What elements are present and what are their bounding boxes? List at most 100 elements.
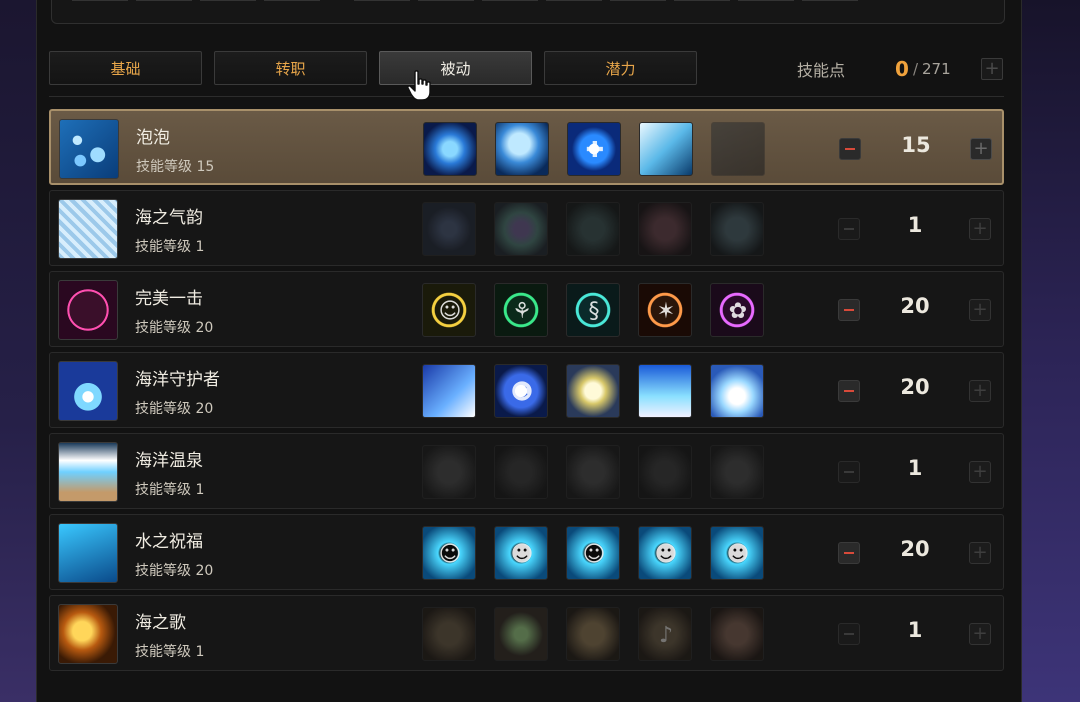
- minus-button[interactable]: [838, 380, 860, 402]
- skill-row[interactable]: 海洋守护者 技能等级 20 ☻ 20 +: [49, 352, 1004, 428]
- run-figure-icon[interactable]: ☺: [566, 526, 620, 580]
- leap-figure-icon[interactable]: ☺: [422, 526, 476, 580]
- teal-wave-icon[interactable]: [566, 202, 620, 256]
- plus-button[interactable]: +: [970, 138, 992, 160]
- minus-icon: [844, 390, 854, 392]
- skill-level-value: 20: [900, 294, 930, 318]
- top-strip-slot: [136, 0, 192, 1]
- top-strip-slot: [738, 0, 794, 1]
- gray-mist-icon[interactable]: [710, 445, 764, 499]
- tab-basic[interactable]: 基础: [49, 51, 202, 85]
- minus-icon: [844, 471, 854, 473]
- tab-passive[interactable]: 被动: [379, 51, 532, 85]
- minus-button[interactable]: [838, 623, 860, 645]
- skill-name: 海之歌: [135, 613, 186, 633]
- light-orb-icon[interactable]: [566, 364, 620, 418]
- rainbow-orb-icon[interactable]: [494, 202, 548, 256]
- dark-crowd-icon[interactable]: [711, 122, 765, 176]
- wave-hand-icon[interactable]: [710, 607, 764, 661]
- flex-figure-icon[interactable]: ☻: [494, 526, 548, 580]
- bubble-orb-icon[interactable]: [423, 122, 477, 176]
- top-strip-slot: [674, 0, 730, 1]
- skill-level-value: 1: [907, 618, 923, 642]
- tab-potential[interactable]: 潜力: [544, 51, 697, 85]
- clap-icon[interactable]: [566, 607, 620, 661]
- minus-button[interactable]: [838, 461, 860, 483]
- skill-row[interactable]: 水之祝福 技能等级 20 ☺ ☻ ☺ ☻ ☻ 20 +: [49, 514, 1004, 590]
- minus-button[interactable]: [838, 542, 860, 564]
- heal-cross-icon[interactable]: ✚: [567, 122, 621, 176]
- top-strip-slot: [264, 0, 320, 1]
- ocean-guardian-icon: [58, 361, 118, 421]
- swirl-icon[interactable]: [422, 202, 476, 256]
- gray-wave-icon[interactable]: [566, 445, 620, 499]
- skill-name: 泡泡: [136, 128, 170, 148]
- rune-glyph: ♪: [658, 622, 674, 648]
- skill-row[interactable]: 海之气韵 技能等级 1 1 +: [49, 190, 1004, 266]
- top-panel-strip: [51, 0, 1005, 24]
- smile-orb-icon[interactable]: ☻: [494, 364, 548, 418]
- flower-badge-icon[interactable]: ✿: [710, 283, 764, 337]
- rune-glyph: ☺: [438, 298, 462, 324]
- plus-button[interactable]: +: [969, 380, 991, 402]
- plus-button[interactable]: +: [969, 623, 991, 645]
- white-girl-icon[interactable]: [710, 364, 764, 418]
- rune-glyph: §: [588, 298, 600, 324]
- gray-crowd-icon[interactable]: [638, 445, 692, 499]
- swirl-badge-icon[interactable]: §: [566, 283, 620, 337]
- hand-icon[interactable]: [422, 607, 476, 661]
- plus-button[interactable]: +: [969, 542, 991, 564]
- silhouette-icon[interactable]: [494, 445, 548, 499]
- cyan-mist-icon[interactable]: [710, 202, 764, 256]
- skill-points-current: 0: [895, 57, 909, 81]
- cheer-figure-icon[interactable]: ☻: [638, 526, 692, 580]
- rune-slots: ✚: [423, 122, 765, 176]
- water-blessing-icon: [58, 523, 118, 583]
- skill-level-value: 20: [900, 375, 930, 399]
- smile-badge-icon[interactable]: ☺: [422, 283, 476, 337]
- skill-row[interactable]: 海洋温泉 技能等级 1 1 +: [49, 433, 1004, 509]
- top-strip-slot: [546, 0, 602, 1]
- skill-level-text: 技能等级 20: [135, 563, 214, 579]
- skill-level-value: 1: [907, 213, 923, 237]
- blue-girl-icon[interactable]: [638, 364, 692, 418]
- music-note-icon[interactable]: ♪: [638, 607, 692, 661]
- rune-slots: [422, 202, 764, 256]
- skill-row[interactable]: 泡泡 技能等级 15 ✚ 15 +: [49, 109, 1004, 185]
- top-strip-slot: [802, 0, 858, 1]
- rune-glyph: ☺: [438, 541, 462, 567]
- minus-button[interactable]: [839, 138, 861, 160]
- plus-icon[interactable]: +: [981, 58, 1003, 80]
- minus-button[interactable]: [838, 299, 860, 321]
- skill-level-text: 技能等级 20: [135, 320, 214, 336]
- skill-level-text: 技能等级 1: [135, 482, 205, 498]
- skill-row[interactable]: 完美一击 技能等级 20 ☺ ⚘ § ✶ ✿ 20 +: [49, 271, 1004, 347]
- plus-button[interactable]: +: [969, 218, 991, 240]
- star-burst-badge-icon[interactable]: ✶: [638, 283, 692, 337]
- hot-spring-icon: [58, 442, 118, 502]
- red-burst-icon[interactable]: [638, 202, 692, 256]
- rune-slots: ☻: [422, 364, 764, 418]
- top-strip-slot: [610, 0, 666, 1]
- gray-splash-icon[interactable]: [422, 445, 476, 499]
- glowstick-icon[interactable]: [494, 607, 548, 661]
- power-figure-icon[interactable]: ☻: [710, 526, 764, 580]
- minus-button[interactable]: [838, 218, 860, 240]
- bubble-splash-icon[interactable]: [495, 122, 549, 176]
- plus-button[interactable]: +: [969, 461, 991, 483]
- tab-advancement[interactable]: 转职: [214, 51, 367, 85]
- rune-slots: [422, 445, 764, 499]
- minus-icon: [844, 633, 854, 635]
- skill-row[interactable]: 海之歌 技能等级 1 ♪ 1 +: [49, 595, 1004, 671]
- dance-badge-icon[interactable]: ⚘: [494, 283, 548, 337]
- skill-name: 海洋守护者: [135, 370, 220, 390]
- minus-icon: [844, 552, 854, 554]
- skill-name: 水之祝福: [135, 532, 203, 552]
- rune-glyph: ☻: [654, 541, 678, 567]
- wing-icon[interactable]: [422, 364, 476, 418]
- skill-points-total: 271: [922, 60, 951, 78]
- plus-button[interactable]: +: [969, 299, 991, 321]
- rune-glyph: ☻: [510, 541, 534, 567]
- water-wave-icon[interactable]: [639, 122, 693, 176]
- sea-song-icon: [58, 604, 118, 664]
